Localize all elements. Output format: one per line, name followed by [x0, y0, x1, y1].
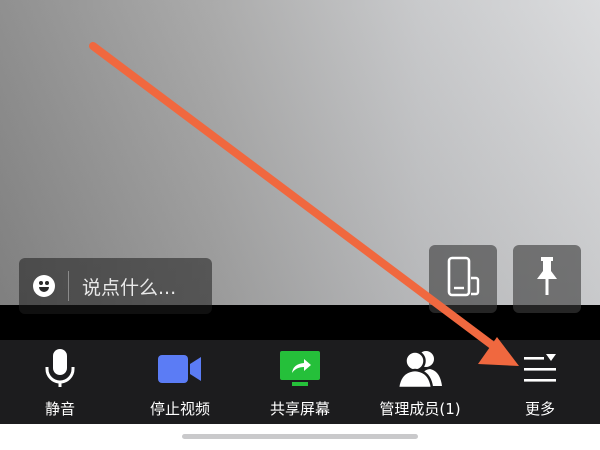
more-menu-icon — [520, 346, 560, 392]
emoji-smile-icon[interactable] — [33, 275, 55, 297]
pin-icon — [532, 255, 562, 303]
share-screen-icon — [278, 346, 322, 392]
chat-placeholder: 说点什么... — [82, 276, 177, 299]
mute-label: 静音 — [44, 400, 75, 418]
more-button[interactable]: 更多 — [480, 340, 600, 424]
share-screen-button[interactable]: 共享屏幕 — [240, 340, 360, 424]
microphone-icon — [43, 346, 77, 392]
meeting-toolbar: 静音 停止视频 共享屏幕 管理成员(1) 更多 — [0, 340, 600, 424]
manage-participants-label: 管理成员(1) — [379, 400, 461, 418]
participants-icon — [396, 346, 444, 392]
mute-button[interactable]: 静音 — [0, 340, 120, 424]
home-indicator-area — [0, 424, 600, 450]
screen-rotate-button[interactable] — [429, 245, 497, 313]
more-label: 更多 — [524, 400, 555, 418]
pin-button[interactable] — [513, 245, 581, 313]
chat-input-box[interactable]: 说点什么... — [19, 258, 212, 314]
stop-video-button[interactable]: 停止视频 — [120, 340, 240, 424]
share-screen-label: 共享屏幕 — [269, 400, 330, 418]
manage-participants-button[interactable]: 管理成员(1) — [360, 340, 480, 424]
stop-video-label: 停止视频 — [149, 400, 210, 418]
video-camera-icon — [156, 346, 204, 392]
home-indicator[interactable] — [182, 434, 418, 439]
screen-rotate-icon — [443, 255, 483, 303]
chat-divider — [68, 271, 69, 301]
